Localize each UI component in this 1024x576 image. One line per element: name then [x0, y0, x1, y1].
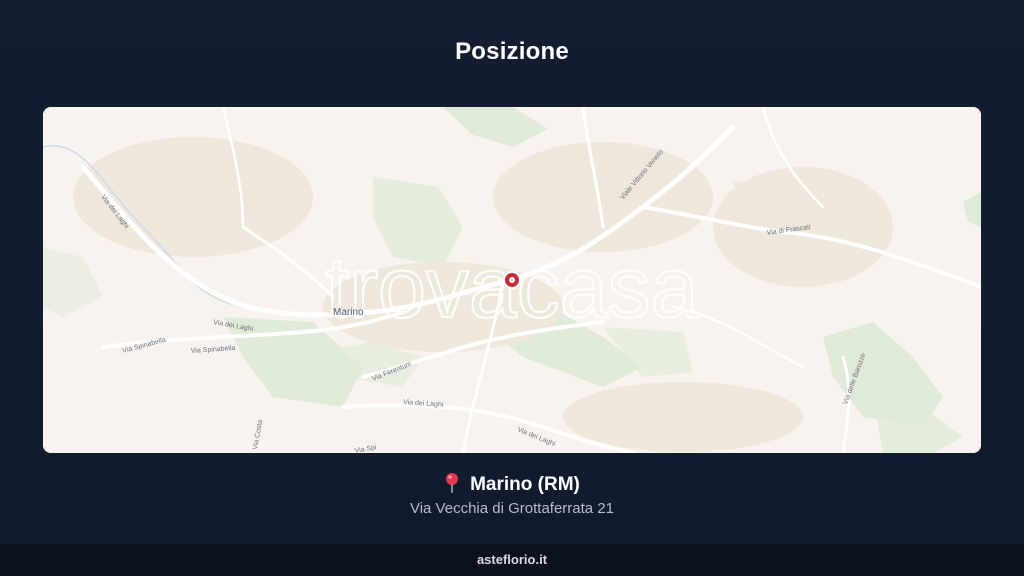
pin-icon	[446, 473, 459, 493]
location-heading: Marino (RM)	[0, 472, 1024, 496]
location-address: Via Vecchia di Grottaferrata 21	[409, 500, 614, 517]
map-view[interactable]: trovacasa Via dei Laghi Via dei Laghi Vi…	[43, 107, 981, 453]
location-name: Marino (RM)	[470, 474, 580, 495]
footer: asteflorio.it	[0, 544, 1024, 576]
page-title: Posizione	[455, 38, 569, 65]
location-marker[interactable]	[503, 271, 521, 289]
map-canvas[interactable]: trovacasa Via dei Laghi Via dei Laghi Vi…	[43, 107, 981, 453]
footer-brand[interactable]: asteflorio.it	[477, 552, 547, 567]
town-label: Marino	[333, 307, 364, 318]
